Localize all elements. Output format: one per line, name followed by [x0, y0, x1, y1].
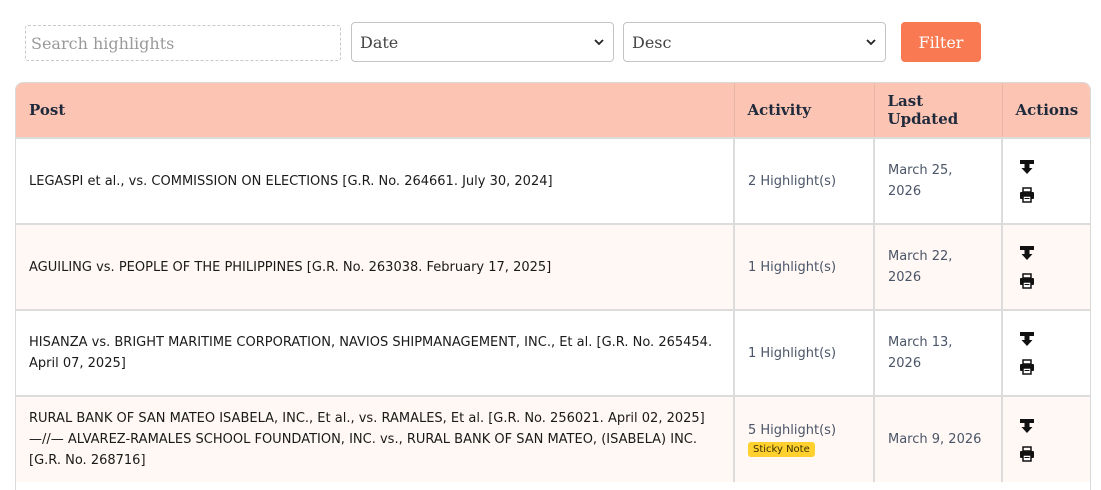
- table-row: RURAL BANK OF SAN MATEO ISABELA, INC., E…: [16, 395, 1090, 482]
- chevron-down-icon: [594, 39, 604, 46]
- download-icon[interactable]: [1019, 245, 1035, 261]
- sticky-note-badge: Sticky Note: [748, 441, 815, 457]
- post-title[interactable]: AGUILING vs. PEOPLE OF THE PHILIPPINES […: [16, 223, 735, 310]
- download-icon[interactable]: [1019, 159, 1035, 175]
- table-row: HISANZA vs. BRIGHT MARITIME CORPORATION,…: [16, 309, 1090, 396]
- last-updated-date: March 25, 2026: [874, 137, 1003, 224]
- activity-count: 2 Highlight(s): [734, 137, 875, 224]
- chevron-down-icon: [866, 39, 876, 46]
- sort-field-value: Date: [360, 32, 399, 52]
- print-icon[interactable]: [1019, 359, 1035, 375]
- column-header-last-updated[interactable]: Last Updated: [874, 83, 1003, 138]
- filter-bar: Date Desc Filter: [25, 22, 1085, 62]
- table-header-row: Post Activity Last Updated Actions: [16, 83, 1090, 138]
- row-actions: [1002, 223, 1090, 310]
- sort-order-select[interactable]: Desc: [623, 22, 886, 62]
- highlights-table: Post Activity Last Updated Actions LEGAS…: [15, 82, 1091, 490]
- sort-field-select[interactable]: Date: [351, 22, 614, 62]
- row-actions: [1002, 137, 1090, 224]
- highlights-page: Date Desc Filter Post Activit: [0, 0, 1101, 490]
- activity-count: 5 Highlight(s): [748, 422, 837, 438]
- activity-count: 1 Highlight(s): [734, 309, 875, 396]
- print-icon[interactable]: [1019, 273, 1035, 289]
- search-input[interactable]: [25, 25, 341, 61]
- column-header-activity[interactable]: Activity: [734, 83, 875, 138]
- filter-button[interactable]: Filter: [901, 22, 981, 62]
- table-row: AGUILING vs. PEOPLE OF THE PHILIPPINES […: [16, 223, 1090, 310]
- column-header-post[interactable]: Post: [16, 83, 735, 138]
- row-actions: [1002, 309, 1090, 396]
- download-icon[interactable]: [1019, 418, 1035, 434]
- table-row: LEGASPI et al., vs. COMMISSION ON ELECTI…: [16, 137, 1090, 224]
- post-title[interactable]: LEGASPI et al., vs. COMMISSION ON ELECTI…: [16, 137, 735, 224]
- last-updated-date: March 13, 2026: [874, 309, 1003, 396]
- last-updated-date: March 9, 2026: [874, 395, 1003, 482]
- post-title[interactable]: HISANZA vs. BRIGHT MARITIME CORPORATION,…: [16, 309, 735, 396]
- sort-order-value: Desc: [632, 32, 672, 52]
- last-updated-date: March 22, 2026: [874, 223, 1003, 310]
- row-actions: [1002, 395, 1090, 482]
- post-title[interactable]: RURAL BANK OF SAN MATEO ISABELA, INC., E…: [16, 395, 735, 482]
- download-icon[interactable]: [1019, 331, 1035, 347]
- print-icon[interactable]: [1019, 187, 1035, 203]
- print-icon[interactable]: [1019, 445, 1035, 462]
- activity-cell: 5 Highlight(s) Sticky Note: [734, 395, 875, 482]
- column-header-actions: Actions: [1002, 83, 1090, 138]
- activity-count: 1 Highlight(s): [734, 223, 875, 310]
